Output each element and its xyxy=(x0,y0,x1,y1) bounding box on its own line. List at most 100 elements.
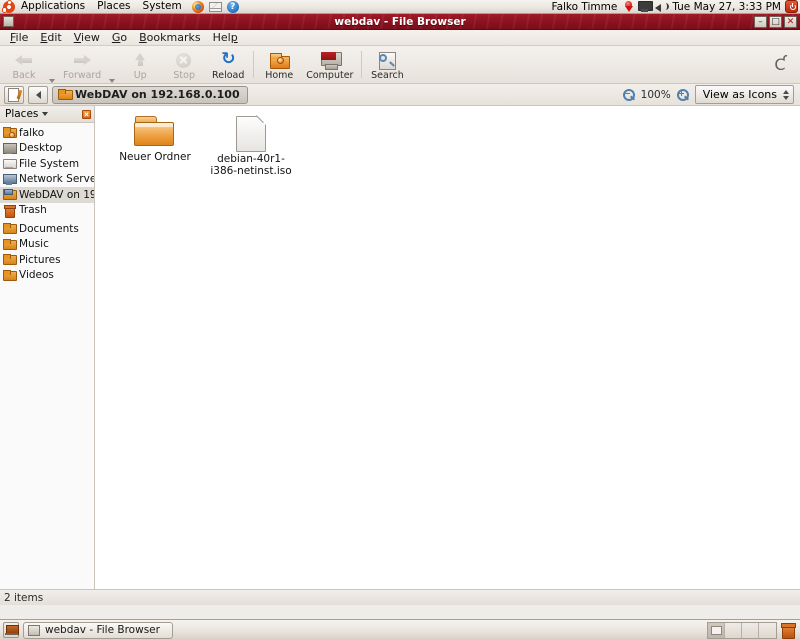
show-desktop-icon[interactable] xyxy=(3,622,19,638)
sidebar-item-webdav[interactable]: WebDAV on 192.168 xyxy=(0,187,94,203)
back-label: Back xyxy=(12,69,36,81)
computer-icon xyxy=(319,50,342,70)
sidebar-item-file-system[interactable]: File System xyxy=(0,156,94,172)
sidebar-item-falko[interactable]: falko xyxy=(0,125,94,141)
sidebar-item-label: Trash xyxy=(19,204,47,217)
sidebar-item-pictures[interactable]: Pictures xyxy=(0,252,94,268)
resize-grip[interactable] xyxy=(786,591,800,605)
breadcrumb-scroll-left-button[interactable] xyxy=(28,85,48,104)
breadcrumb-webdav[interactable]: WebDAV on 192.168.0.100 xyxy=(52,85,248,104)
file-item-label: Neuer Ordner xyxy=(119,151,191,163)
trash-applet-icon[interactable] xyxy=(780,622,796,639)
edit-location-button[interactable] xyxy=(4,85,24,104)
sidebar-item-documents[interactable]: Documents xyxy=(0,221,94,237)
system-menu[interactable]: System xyxy=(137,0,188,13)
view-as-dropdown[interactable]: View as Icons xyxy=(694,85,794,104)
reload-button[interactable]: ↻ Reload xyxy=(206,46,250,83)
minimize-button[interactable]: – xyxy=(754,15,767,28)
webdav-share-icon xyxy=(3,189,17,201)
webdav-folder-icon xyxy=(58,89,73,100)
chevron-down-icon[interactable] xyxy=(42,112,49,116)
clock-label[interactable]: Tue May 27, 3:33 PM xyxy=(672,1,781,13)
desktop-screen: Applications Places System ? Falko Timme… xyxy=(0,0,800,640)
places-sidebar: Places falko Desktop File System Network… xyxy=(0,106,95,589)
menu-bookmarks[interactable]: Bookmarks xyxy=(133,30,206,45)
sidebar-item-desktop[interactable]: Desktop xyxy=(0,141,94,157)
folder-icon xyxy=(134,116,176,150)
file-list-view[interactable]: Neuer Ordner debian-40r1-i386-netinst.is… xyxy=(95,106,800,589)
sidebar-item-label: Videos xyxy=(19,269,54,282)
sidebar-item-network-servers[interactable]: Network Servers xyxy=(0,172,94,188)
close-button[interactable]: ✕ xyxy=(784,15,797,28)
window-titlebar[interactable]: webdav - File Browser – □ ✕ xyxy=(0,14,800,30)
workspace-2[interactable] xyxy=(725,622,742,638)
sidebar-item-videos[interactable]: Videos xyxy=(0,268,94,284)
user-name-label[interactable]: Falko Timme xyxy=(552,1,620,13)
menu-help[interactable]: Help xyxy=(207,30,244,45)
sidebar-item-label: Pictures xyxy=(19,253,61,266)
home-folder-icon xyxy=(3,127,17,139)
file-item-folder[interactable]: Neuer Ordner xyxy=(107,112,203,181)
search-button[interactable]: Search xyxy=(365,46,409,83)
stop-label: Stop xyxy=(173,69,196,81)
sidebar-item-music[interactable]: Music xyxy=(0,237,94,253)
stop-button[interactable]: Stop xyxy=(162,46,206,83)
file-item-iso[interactable]: debian-40r1-i386-netinst.iso xyxy=(203,108,299,181)
forward-button[interactable]: Forward xyxy=(58,46,106,83)
window-menu-icon[interactable] xyxy=(3,16,14,27)
close-places-icon[interactable] xyxy=(82,109,91,119)
folder-icon xyxy=(3,238,17,250)
breadcrumb-label: WebDAV on 192.168.0.100 xyxy=(75,88,240,101)
sidebar-item-label: Documents xyxy=(19,222,79,235)
workspace-1[interactable] xyxy=(708,622,725,638)
power-icon[interactable] xyxy=(785,0,798,13)
places-header[interactable]: Places xyxy=(0,106,94,123)
menu-file[interactable]: FFileile xyxy=(4,30,34,45)
back-button[interactable]: Back xyxy=(2,46,46,83)
menu-edit[interactable]: Edit xyxy=(34,30,67,45)
applications-menu[interactable]: Applications xyxy=(15,0,91,13)
places-menu[interactable]: Places xyxy=(91,0,136,13)
computer-button[interactable]: Computer xyxy=(301,46,358,83)
menu-view[interactable]: View xyxy=(68,30,106,45)
top-panel-left: Applications Places System ? xyxy=(0,0,239,13)
reload-label: Reload xyxy=(212,69,245,81)
sidebar-item-label: File System xyxy=(19,157,80,170)
sidebar-item-trash[interactable]: Trash xyxy=(0,203,94,219)
volume-icon[interactable] xyxy=(655,1,670,12)
taskbar-item-webdav[interactable]: webdav - File Browser xyxy=(23,621,173,639)
update-notifier-icon[interactable] xyxy=(623,0,634,13)
gnome-foot-icon: Ƈ xyxy=(774,55,786,74)
ubuntu-logo-icon[interactable] xyxy=(2,0,15,13)
zoom-out-icon[interactable] xyxy=(622,88,635,101)
status-text: 2 items xyxy=(4,591,44,604)
menu-go[interactable]: Go xyxy=(106,30,133,45)
home-icon xyxy=(268,50,291,70)
maximize-glyph: □ xyxy=(771,16,780,27)
back-history-dropdown[interactable] xyxy=(46,79,58,83)
zoom-in-icon[interactable] xyxy=(676,88,689,101)
up-button[interactable]: Up xyxy=(118,46,162,83)
firefox-icon[interactable] xyxy=(191,0,204,13)
search-icon xyxy=(376,50,398,70)
display-icon[interactable] xyxy=(638,1,654,12)
forward-history-dropdown[interactable] xyxy=(106,79,118,83)
view-controls: 100% View as Icons xyxy=(622,85,796,104)
forward-arrow-icon xyxy=(71,50,93,70)
help-icon[interactable]: ? xyxy=(226,0,239,13)
back-arrow-icon xyxy=(13,50,35,70)
workspace-switcher[interactable] xyxy=(707,621,777,639)
workspace-4[interactable] xyxy=(759,622,776,638)
places-list: falko Desktop File System Network Server… xyxy=(0,123,94,283)
workspace-3[interactable] xyxy=(742,622,759,638)
location-bar: WebDAV on 192.168.0.100 100% View as Ico… xyxy=(0,84,800,106)
chevron-updown-icon xyxy=(783,89,789,100)
forward-label: Forward xyxy=(63,69,102,81)
window-body: Places falko Desktop File System Network… xyxy=(0,106,800,589)
home-button[interactable]: Home xyxy=(257,46,301,83)
maximize-button[interactable]: □ xyxy=(769,15,782,28)
search-label: Search xyxy=(371,69,404,81)
sidebar-item-label: Desktop xyxy=(19,142,63,155)
zoom-level-label: 100% xyxy=(640,88,671,101)
mail-icon[interactable] xyxy=(208,1,222,12)
